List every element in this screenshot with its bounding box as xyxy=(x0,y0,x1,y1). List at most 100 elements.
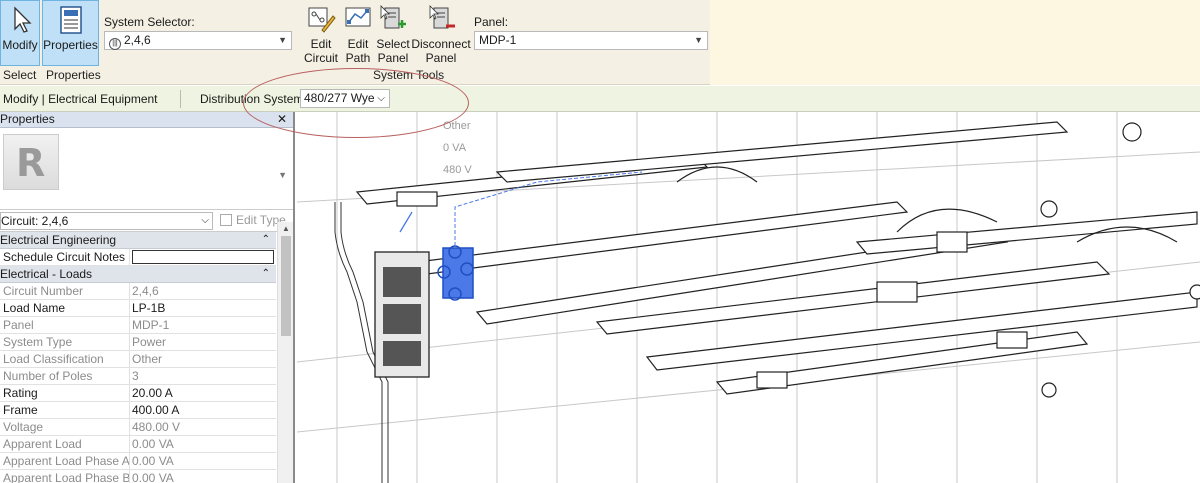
property-value: MDP-1 xyxy=(132,318,170,332)
disconnect-panel-icon xyxy=(429,5,455,29)
modify-button[interactable]: Modify xyxy=(0,0,40,66)
property-key: Panel xyxy=(0,317,130,333)
section-electrical-engineering[interactable]: Electrical Engineering ⌃ xyxy=(0,232,276,249)
property-row: Schedule Circuit Notes xyxy=(0,249,276,266)
property-key: System Type xyxy=(0,334,130,350)
property-row[interactable]: Frame 400.00 A xyxy=(0,402,276,419)
distribution-system-dropdown[interactable]: 480/277 Wye ⌵ xyxy=(300,89,390,108)
properties-filter-row: Circuit: 2,4,6 ⌵ Edit Type xyxy=(0,210,293,232)
section-label: Electrical Engineering xyxy=(0,233,117,247)
panelboard[interactable] xyxy=(374,251,430,378)
edit-circuit-label: Edit Circuit xyxy=(303,37,338,65)
chevron-down-icon[interactable]: ▼ xyxy=(278,170,287,180)
ribbon-empty-area xyxy=(710,0,1200,85)
options-bar: Modify | Electrical Equipment Distributi… xyxy=(0,86,1200,112)
edit-circuit-icon xyxy=(308,7,336,33)
property-key: Load Name xyxy=(0,300,130,316)
property-key: Voltage xyxy=(0,419,130,435)
property-key: Rating xyxy=(0,385,130,401)
revit-logo-icon: R xyxy=(3,134,59,190)
disconnect-panel-label: Disconnect Panel xyxy=(411,37,471,65)
property-value: 0.00 VA xyxy=(132,454,174,468)
scrollbar-thumb[interactable] xyxy=(281,236,291,336)
property-row[interactable]: Rating 20.00 A xyxy=(0,385,276,402)
schedule-circuit-notes-input[interactable] xyxy=(132,250,274,264)
section-label: Electrical - Loads xyxy=(0,267,93,281)
group-label-system-tools: System Tools xyxy=(373,68,445,82)
circuit-icon: ||| xyxy=(109,38,121,50)
edit-path-button[interactable]: Edit Path xyxy=(340,0,376,66)
context-mode-label: Modify | Electrical Equipment xyxy=(3,92,158,106)
property-key: Load Classification xyxy=(0,351,130,367)
modify-button-label: Modify xyxy=(2,38,38,52)
panel-value: MDP-1 xyxy=(479,33,517,47)
property-value: 0.00 VA xyxy=(132,471,174,483)
property-key: Number of Poles xyxy=(0,368,130,384)
edit-type-button[interactable]: Edit Type xyxy=(220,213,286,227)
chevron-down-icon: ▼ xyxy=(278,35,287,45)
tag-load-classification: Other xyxy=(443,120,471,132)
property-key: Circuit Number xyxy=(0,283,130,299)
3d-model-viewport[interactable]: Other 0 VA 480 V xyxy=(297,112,1200,483)
chevron-down-icon: ⌵ xyxy=(377,93,385,104)
tag-apparent-load: 0 VA xyxy=(443,142,467,154)
type-selector[interactable]: R ▼ xyxy=(0,128,293,210)
collapse-icon[interactable]: ⌃ xyxy=(262,266,270,282)
property-row: Load Classification Other xyxy=(0,351,276,368)
property-row: Circuit Number 2,4,6 xyxy=(0,283,276,300)
property-row: Apparent Load Phase A 0.00 VA xyxy=(0,453,276,470)
distribution-system-value: 480/277 Wye xyxy=(304,91,375,105)
property-row: Apparent Load 0.00 VA xyxy=(0,436,276,453)
system-selector-label: System Selector: xyxy=(104,15,195,29)
property-key: Apparent Load xyxy=(0,436,130,452)
properties-button[interactable]: Properties xyxy=(42,0,99,66)
property-row: Voltage 480.00 V xyxy=(0,419,276,436)
cursor-arrow-icon xyxy=(14,6,32,33)
edit-path-label: Edit Path xyxy=(345,37,371,65)
edit-type-icon xyxy=(220,214,232,226)
property-value[interactable]: 400.00 A xyxy=(130,402,276,418)
chevron-down-icon: ⌵ xyxy=(201,215,209,226)
panel-label: Panel: xyxy=(474,15,509,29)
divider xyxy=(180,90,181,108)
property-row[interactable]: Load Name LP-1B xyxy=(0,300,276,317)
scroll-up-icon[interactable]: ▲ xyxy=(282,224,290,233)
system-selector-dropdown[interactable]: ||| 2,4,6 ▼ xyxy=(104,31,292,50)
edit-path-icon xyxy=(345,7,371,27)
model-drawing[interactable] xyxy=(297,112,1200,483)
property-value: 480.00 V xyxy=(132,420,181,434)
instance-filter-dropdown[interactable]: Circuit: 2,4,6 ⌵ xyxy=(0,212,213,230)
property-value[interactable]: 20.00 A xyxy=(130,385,276,401)
edit-circuit-button[interactable]: Edit Circuit xyxy=(302,0,340,66)
select-panel-button[interactable]: Select Panel xyxy=(376,0,410,66)
property-value[interactable]: LP-1B xyxy=(130,300,276,316)
properties-title: Properties xyxy=(0,112,55,126)
group-label-properties: Properties xyxy=(46,68,101,82)
property-key: Frame xyxy=(0,402,130,418)
properties-icon xyxy=(59,6,82,34)
panel-dropdown[interactable]: MDP-1 ▼ xyxy=(474,31,708,50)
ribbon: Modify Properties System Selector: ||| 2,… xyxy=(0,0,710,85)
property-key: Apparent Load Phase A xyxy=(0,453,130,469)
property-key: Schedule Circuit Notes xyxy=(0,249,130,265)
disconnect-panel-button[interactable]: Disconnect Panel xyxy=(410,0,472,66)
property-value: Other xyxy=(132,352,163,366)
properties-scrollbar[interactable]: ▲ xyxy=(277,222,293,483)
collapse-icon[interactable]: ⌃ xyxy=(262,232,270,248)
property-key: Apparent Load Phase B xyxy=(0,470,130,483)
properties-header: Properties ✕ xyxy=(0,112,293,128)
section-electrical-loads[interactable]: Electrical - Loads ⌃ xyxy=(0,266,276,283)
select-panel-label: Select Panel xyxy=(376,37,410,65)
properties-palette: Properties ✕ R ▼ Circuit: 2,4,6 ⌵ Edit T… xyxy=(0,112,295,483)
property-value: 0.00 VA xyxy=(132,437,174,451)
property-row: System Type Power xyxy=(0,334,276,351)
close-icon[interactable]: ✕ xyxy=(277,112,287,127)
distribution-system-label: Distribution System: xyxy=(200,92,307,106)
properties-button-label: Properties xyxy=(43,38,98,52)
property-value: 3 xyxy=(132,369,139,383)
select-panel-icon xyxy=(380,5,406,29)
instance-filter-value: Circuit: 2,4,6 xyxy=(1,214,69,228)
properties-grid: Electrical Engineering ⌃ Schedule Circui… xyxy=(0,232,276,483)
property-value: 2,4,6 xyxy=(132,284,159,298)
group-label-select: Select xyxy=(3,68,37,82)
